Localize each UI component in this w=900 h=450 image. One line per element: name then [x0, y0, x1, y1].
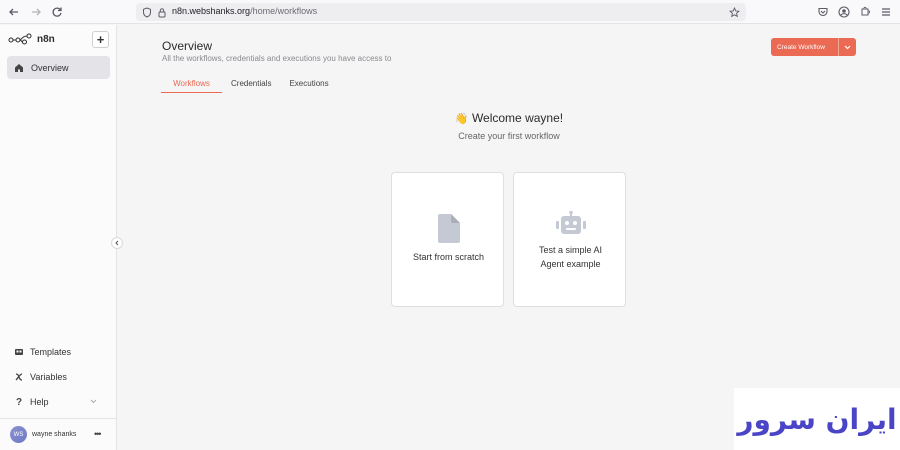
lock-icon[interactable] [156, 6, 168, 18]
sidebar-item-label: Templates [30, 347, 72, 357]
sidebar-item-label: Variables [30, 372, 67, 382]
variables-icon [15, 373, 23, 381]
watermark-text: ایران سرور [737, 402, 897, 436]
card-label: Start from scratch [412, 252, 484, 262]
chevron-down-icon [844, 45, 851, 49]
user-menu[interactable]: WS wayne shanks ••• [0, 418, 117, 450]
browser-toolbar: n8n.webshanks.org/home/workflows [0, 0, 900, 24]
page-title: Overview [162, 39, 213, 53]
sidebar-item-templates[interactable]: Templates [14, 345, 71, 359]
pocket-icon[interactable] [816, 5, 830, 19]
user-name: wayne shanks [32, 431, 77, 438]
n8n-logo-icon [8, 33, 32, 45]
create-workflow-label[interactable]: Create Workflow [771, 44, 838, 51]
start-from-scratch-card[interactable]: Start from scratch [391, 172, 504, 307]
sidebar: n8n + Overview Templates Variables ? Hel… [0, 25, 123, 450]
welcome-title: Welcome wayne! [471, 111, 564, 125]
sidebar-item-label: Help [30, 397, 49, 407]
forward-icon[interactable] [28, 4, 44, 20]
templates-icon [15, 349, 23, 355]
account-icon[interactable] [837, 5, 851, 19]
n8n-logo[interactable]: n8n [8, 33, 55, 45]
extensions-icon[interactable] [858, 5, 872, 19]
watermark-logo: ایران سرور [734, 388, 900, 450]
file-icon [392, 214, 505, 243]
welcome-subtitle: Create your first workflow [458, 131, 560, 141]
user-menu-button[interactable]: ••• [94, 429, 102, 439]
card-label: Test a simple AI [538, 245, 603, 255]
back-icon[interactable] [6, 4, 22, 20]
app-name: n8n [37, 33, 55, 45]
ai-agent-example-card[interactable]: Test a simple AI Agent example [513, 172, 626, 307]
create-workflow-button[interactable]: Create Workflow [771, 38, 856, 56]
home-icon [15, 63, 23, 72]
tab-executions[interactable]: Executions [280, 79, 337, 93]
tab-workflows[interactable]: Workflows [161, 79, 222, 93]
waving-hand-icon: 👋 [454, 113, 469, 125]
card-label: Agent example [540, 259, 601, 269]
chevron-down-icon [90, 399, 97, 404]
sidebar-item-label: Overview [31, 62, 69, 73]
add-button[interactable]: + [92, 31, 109, 48]
tab-bar: Workflows Credentials Executions [161, 79, 338, 93]
avatar: WS [10, 426, 27, 443]
tab-credentials[interactable]: Credentials [222, 79, 280, 93]
help-icon: ? [15, 396, 23, 408]
bookmark-star-icon[interactable] [728, 6, 740, 18]
main-content: Overview All the workflows, credentials … [118, 25, 900, 450]
sidebar-item-overview[interactable]: Overview [7, 56, 110, 79]
sidebar-item-help[interactable]: ? Help [14, 395, 104, 409]
sidebar-item-variables[interactable]: Variables [14, 370, 67, 384]
url-bar[interactable]: n8n.webshanks.org/home/workflows [136, 3, 746, 21]
reload-icon[interactable] [49, 4, 65, 20]
create-options-dropdown[interactable] [839, 45, 856, 50]
page-subtitle: All the workflows, credentials and execu… [162, 54, 392, 63]
robot-icon [514, 211, 627, 235]
menu-icon[interactable] [879, 5, 893, 19]
url-text[interactable]: n8n.webshanks.org/home/workflows [172, 6, 317, 16]
welcome-heading: 👋 Welcome wayne! [118, 111, 900, 125]
shield-icon[interactable] [141, 6, 153, 18]
